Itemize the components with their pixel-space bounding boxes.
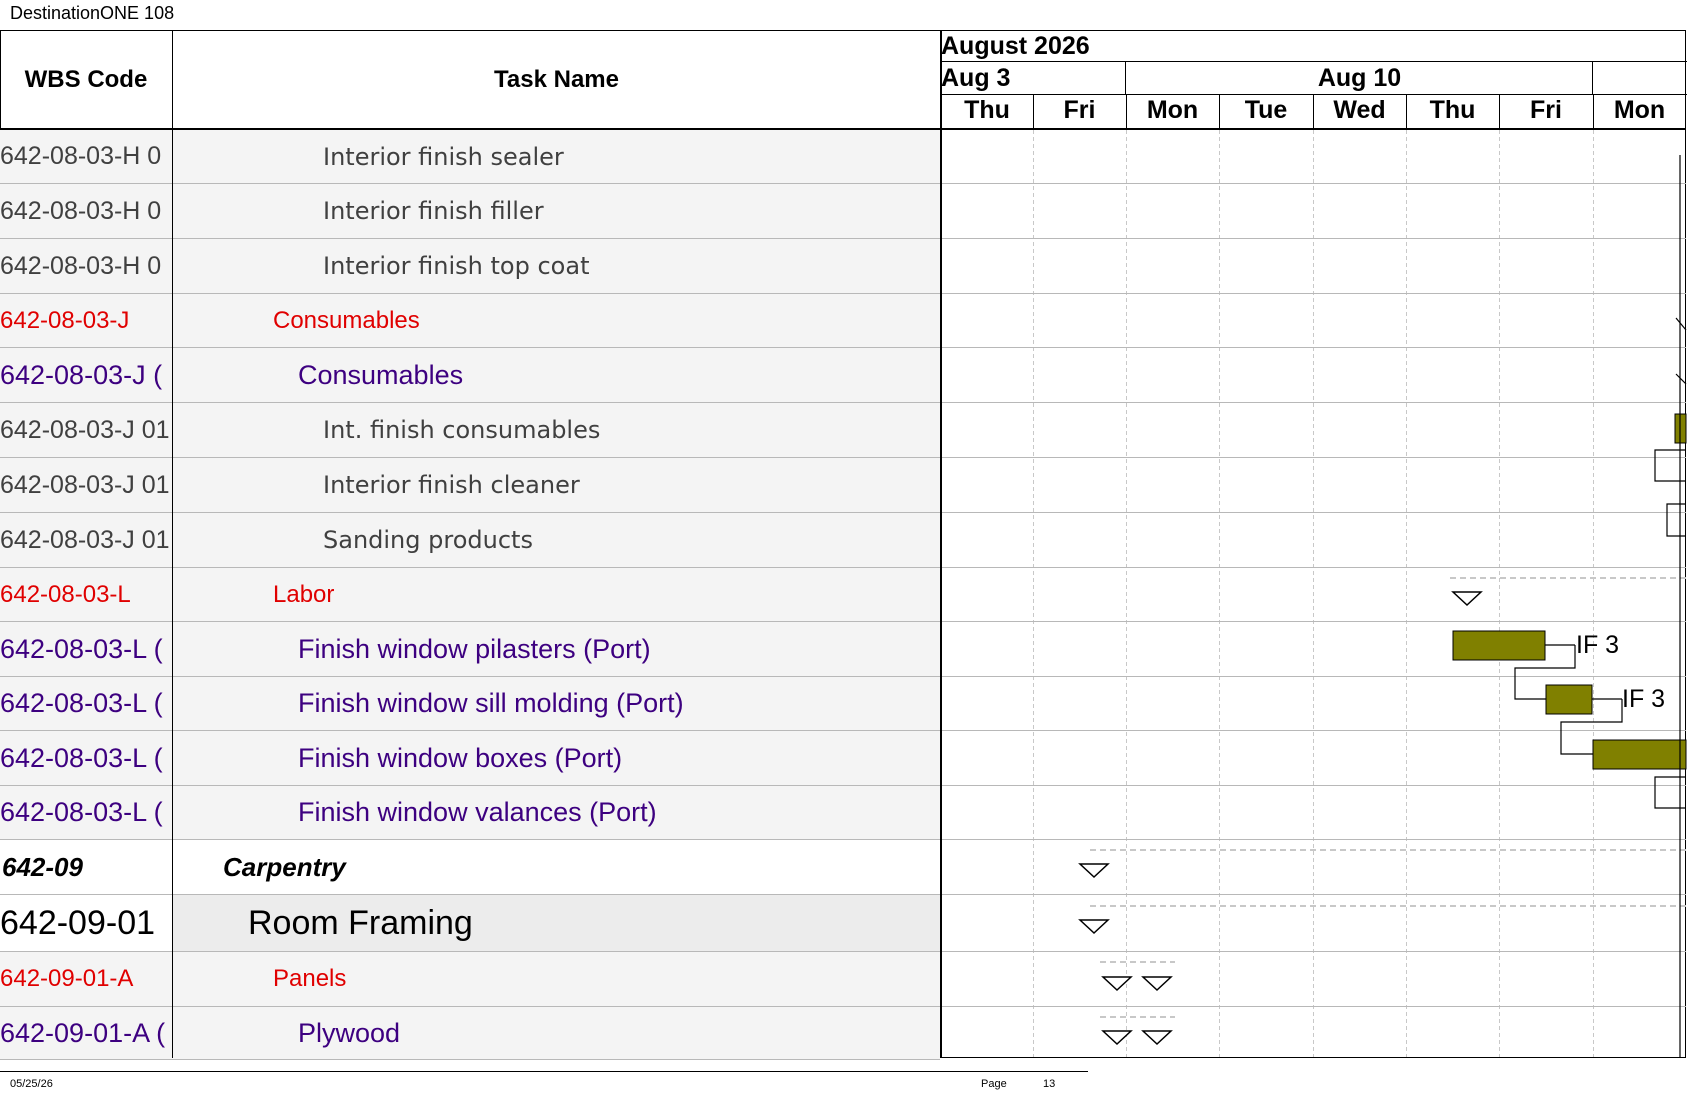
table-row[interactable]: 642-08-03-J ( Consumables	[0, 348, 940, 403]
timeline-day: Fri	[1530, 96, 1562, 124]
table-row[interactable]: 642-08-03-L ( Finish window pilasters (Po…	[0, 622, 940, 677]
table-row[interactable]: 642-09-01-A Panels	[0, 952, 940, 1007]
timeline-month: August 2026	[941, 32, 1090, 60]
day-divider	[1033, 94, 1034, 128]
timeline-rule-week	[941, 94, 1687, 95]
timeline-week-2: Aug 10	[1317, 64, 1402, 92]
footer-rule	[0, 1071, 1088, 1072]
wbs-code-cell: 642-09-01-A (	[0, 1017, 166, 1048]
timeline-day: Mon	[1613, 96, 1666, 124]
wbs-code-cell: 642-08-03-L (	[0, 742, 163, 773]
wbs-code-cell: 642-09-01-A	[0, 965, 134, 992]
table-row[interactable]: 642-08-03-J Consumables	[0, 294, 940, 348]
week-divider-2	[1592, 61, 1593, 94]
task-name-cell: Finish window valances (Port)	[298, 797, 657, 827]
task-name-cell: Finish window sill molding (Port)	[298, 688, 684, 718]
wbs-code-cell: 642-09-01	[0, 895, 172, 951]
task-name-cell: Carpentry	[223, 851, 346, 882]
task-name-cell: Labor	[273, 580, 335, 608]
task-name-cell: Room Framing	[248, 903, 473, 942]
day-divider	[1593, 94, 1594, 128]
task-name-cell: Interior finish filler	[323, 197, 544, 225]
wbs-code-cell: 642-08-03-L (	[0, 688, 163, 718]
table-row[interactable]: 642-08-03-J 01 Int. finish consumables	[0, 403, 940, 458]
wbs-code-cell: 642-08-03-J	[0, 306, 130, 334]
table-row[interactable]: 642-08-03-L ( Finish window sill molding …	[0, 677, 940, 731]
wbs-code-cell: 642-08-03-H 0	[0, 142, 162, 170]
task-name-cell: Interior finish top coat	[323, 252, 590, 280]
task-name-cell: Panels	[273, 965, 347, 992]
timeline-day: Fri	[1063, 96, 1096, 124]
timeline-day: Wed	[1333, 96, 1386, 124]
table-row[interactable]: 642-09-01-A ( Plywood	[0, 1007, 940, 1060]
task-name-cell: Finish window boxes (Port)	[298, 742, 623, 773]
wbs-code-cell: 642-08-03-L (	[0, 633, 163, 664]
gantt-label-pilasters: IF 3	[1576, 631, 1620, 659]
project-title: DestinationONE 108	[10, 3, 175, 23]
footer-date: 05/25/26	[10, 1078, 53, 1090]
task-name-cell: Int. finish consumables	[323, 416, 601, 444]
wbs-code-cell: 642-08-03-H 0	[0, 251, 162, 280]
task-name-cell: Interior finish sealer	[323, 142, 564, 171]
table-row[interactable]: 642-08-03-H 0 Interior finish sealer	[0, 130, 940, 184]
table-row[interactable]: 642-08-03-H 0 Interior finish top coat	[0, 239, 940, 294]
timeline-day: Tue	[1244, 96, 1288, 124]
header-bottom-rule	[0, 128, 1686, 130]
footer-page-number: 13	[1043, 1078, 1056, 1090]
task-name-cell: Sanding products	[323, 526, 533, 554]
wbs-code-cell: 642-08-03-L (	[0, 797, 163, 827]
day-divider	[1219, 94, 1220, 128]
task-name-cell: Consumables	[298, 359, 464, 390]
task-name-header[interactable]: Task Name	[173, 30, 940, 130]
day-divider	[1126, 94, 1127, 128]
timeline-week-1: Aug 3	[941, 64, 1011, 92]
wbs-code-cell: 642-08-03-J (	[0, 359, 163, 390]
table-row[interactable]: 642-08-03-J 01 Sanding products	[0, 513, 940, 568]
wbs-code-header[interactable]: WBS Code	[0, 30, 172, 130]
table-row[interactable]: 642-08-03-H 0 Interior finish filler	[0, 184, 940, 239]
day-divider	[1313, 94, 1314, 128]
table-row[interactable]: 642-09-01 Room Framing	[0, 895, 940, 952]
wbs-code-cell: 642-08-03-J 01	[0, 415, 170, 444]
wbs-column-divider	[172, 30, 173, 1058]
table-row[interactable]: 642-08-03-J 01 Interior finish cleaner	[0, 458, 940, 513]
wbs-code-cell: 642-09	[2, 851, 83, 882]
timeline-day: Thu	[1429, 96, 1476, 124]
task-name-cell: Consumables	[273, 306, 420, 334]
timeline-day: Mon	[1146, 96, 1199, 124]
wbs-code-cell: 642-08-03-J 01	[0, 525, 170, 554]
table-row[interactable]: 642-09 Carpentry	[0, 840, 940, 895]
wbs-code-cell: 642-08-03-L	[0, 580, 131, 608]
day-divider	[1406, 94, 1407, 128]
task-name-cell: Plywood	[298, 1017, 401, 1048]
week-divider-1	[1125, 61, 1126, 94]
wbs-code-cell: 642-08-03-H 0	[0, 196, 162, 225]
timeline-day: Thu	[964, 96, 1010, 124]
table-row[interactable]: 642-08-03-L ( Finish window valances (Por…	[0, 786, 940, 840]
table-row[interactable]: 642-08-03-L Labor	[0, 568, 940, 622]
timeline-rule-month	[941, 61, 1687, 62]
gantt-label-sill-molding: IF 3	[1622, 685, 1666, 713]
wbs-code-cell: 642-08-03-J 01	[0, 470, 170, 499]
task-name-cell: Interior finish cleaner	[323, 471, 580, 499]
footer-page-label: Page	[981, 1078, 1007, 1090]
day-divider	[1499, 94, 1500, 128]
task-name-cell: Finish window pilasters (Port)	[298, 633, 651, 664]
table-row[interactable]: 642-08-03-L ( Finish window boxes (Port)	[0, 731, 940, 786]
timeline-divider	[940, 30, 942, 1058]
